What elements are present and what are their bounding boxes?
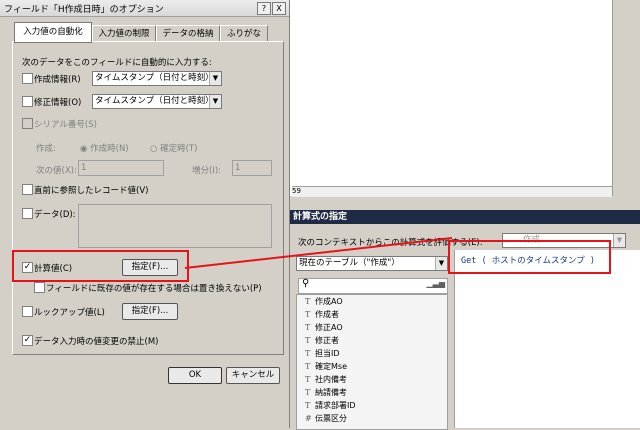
tab-auto-enter[interactable]: 入力値の自動化 — [14, 22, 92, 43]
connector-line — [184, 237, 453, 269]
